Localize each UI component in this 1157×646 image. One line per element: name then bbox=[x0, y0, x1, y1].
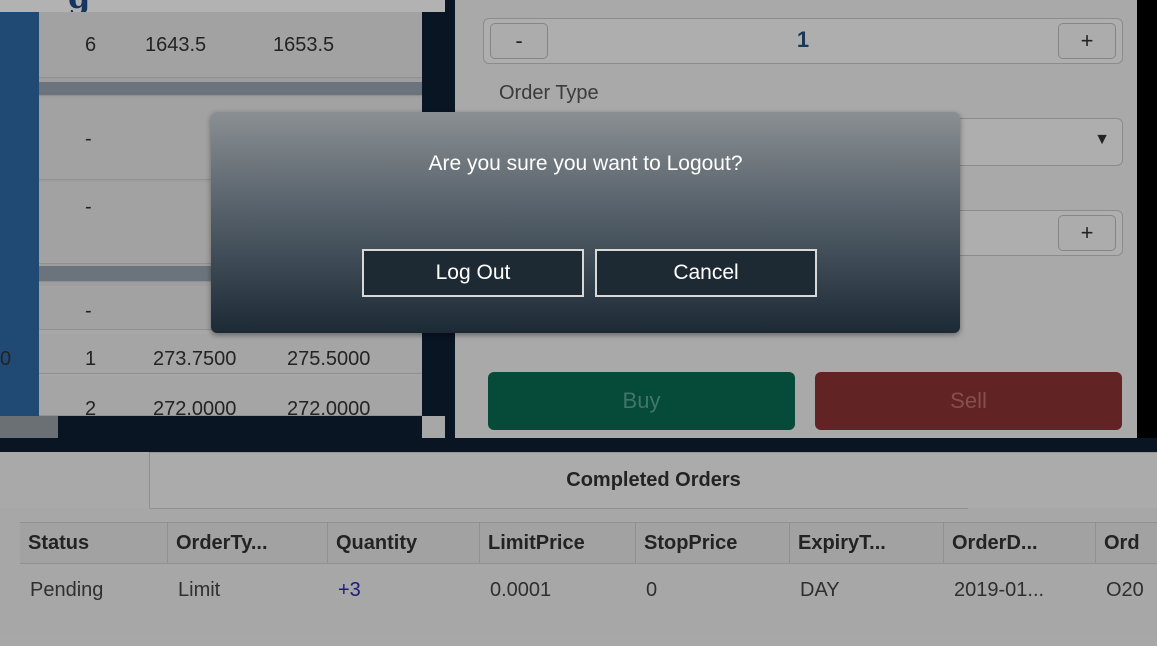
trading-app: g 6 1643.5 1653.5 - - - - - - 0 1 273.75… bbox=[0, 0, 1157, 646]
dialog-message: Are you sure you want to Logout? bbox=[428, 152, 743, 175]
logout-confirm-dialog: Are you sure you want to Logout? Log Out… bbox=[211, 112, 960, 333]
logout-button[interactable]: Log Out bbox=[362, 249, 584, 297]
cancel-button[interactable]: Cancel bbox=[595, 249, 817, 297]
